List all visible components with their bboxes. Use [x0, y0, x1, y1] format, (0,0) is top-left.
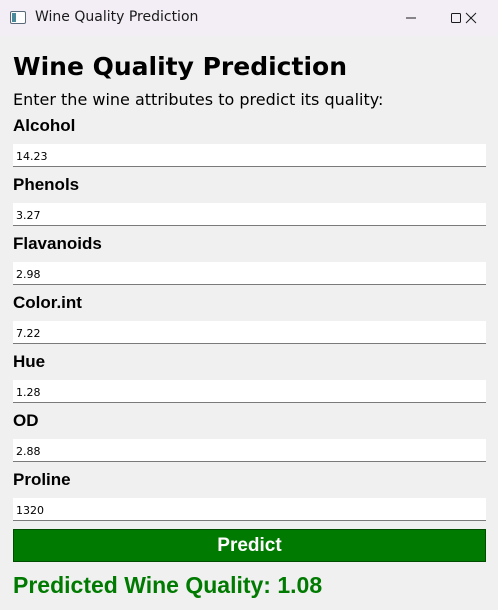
flavanoids-input[interactable] [13, 262, 486, 285]
od-input[interactable] [13, 439, 486, 462]
hue-input[interactable] [13, 380, 486, 403]
window-title: Wine Quality Prediction [35, 9, 199, 25]
minimize-button[interactable] [388, 0, 434, 36]
main-content: Wine Quality Prediction Enter the wine a… [0, 36, 498, 610]
phenols-input[interactable] [13, 203, 486, 226]
alcohol-input[interactable] [13, 144, 486, 167]
color-intensity-label: Color.int [13, 293, 82, 312]
phenols-label: Phenols [13, 175, 80, 194]
instructions-text: Enter the wine attributes to predict its… [13, 90, 384, 109]
proline-label: Proline [13, 470, 71, 489]
flavanoids-label: Flavanoids [13, 234, 102, 253]
proline-input[interactable] [13, 498, 486, 521]
close-button[interactable] [448, 0, 494, 36]
color-intensity-input[interactable] [13, 321, 486, 344]
app-window-icon [10, 11, 26, 24]
alcohol-label: Alcohol [13, 116, 76, 135]
prediction-result: Predicted Wine Quality: 1.08 [13, 572, 323, 598]
page-title: Wine Quality Prediction [13, 52, 347, 81]
hue-label: Hue [13, 352, 46, 371]
title-bar: Wine Quality Prediction [0, 0, 498, 36]
close-icon [465, 12, 477, 24]
predict-button[interactable]: Predict [13, 529, 486, 562]
od-label: OD [13, 411, 39, 430]
minimize-icon [406, 17, 416, 19]
